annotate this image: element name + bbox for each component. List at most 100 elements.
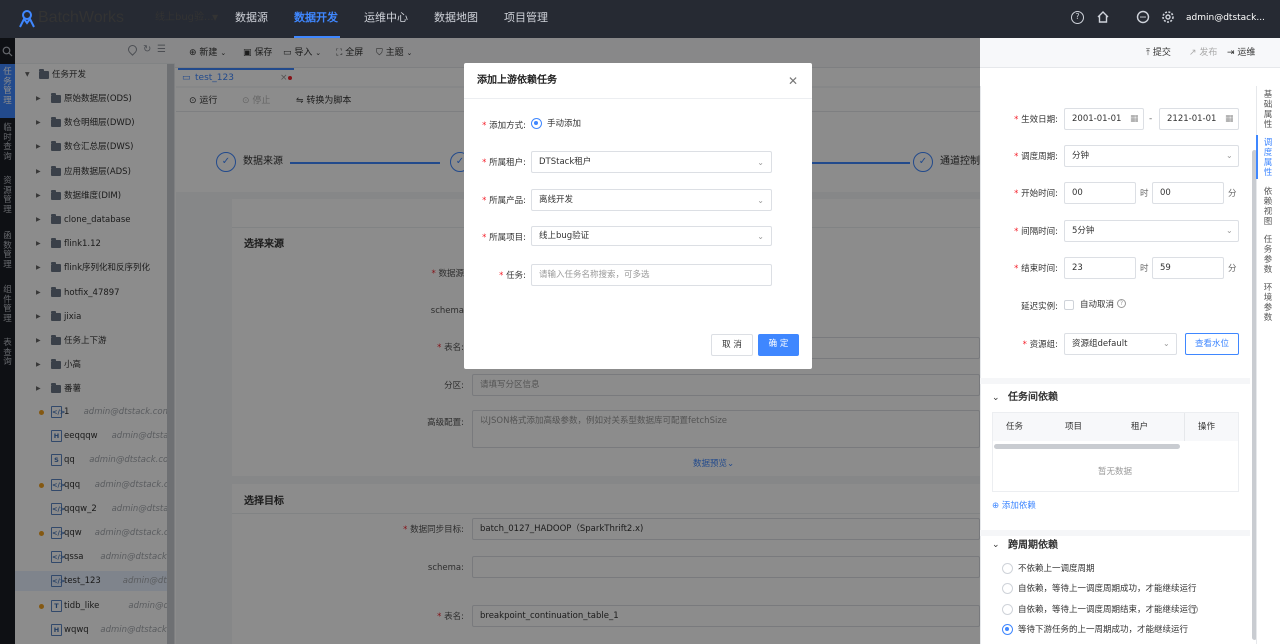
cross-period-radio[interactable]	[1002, 623, 1013, 635]
start-minute-select[interactable]: 00	[1152, 182, 1224, 204]
ok-button[interactable]: 确 定	[758, 334, 799, 356]
effective-date-text: 生效日期	[1021, 115, 1056, 125]
help-icon[interactable]: ?	[1117, 299, 1126, 308]
cross-period-option-label: 自依赖，等待上一调度周期成功，才能继续运行	[1018, 584, 1197, 595]
ops-button[interactable]: ⇥ 运维	[1227, 47, 1255, 59]
end-time-label: * 结束时间:	[1014, 264, 1058, 274]
project-label: * 所属项目:	[482, 233, 526, 243]
publish-label: 发布	[1199, 48, 1218, 58]
minute-unit: 分	[1228, 264, 1237, 274]
nav-data-map[interactable]: 数据地图	[434, 10, 478, 26]
tenant-select[interactable]: DTStack租户 ⌄	[531, 151, 772, 173]
cross-period-radio[interactable]	[1002, 563, 1013, 574]
caret-down-icon[interactable]: ▼	[212, 11, 218, 25]
resource-select[interactable]: 资源组default	[1064, 333, 1177, 355]
message-icon[interactable]	[1136, 10, 1150, 24]
task-search-input[interactable]: 请输入任务名称搜索，可多选	[531, 264, 772, 286]
nav-ops-center[interactable]: 运维中心	[364, 10, 408, 26]
col-divider	[1184, 413, 1185, 441]
nav-data-dev[interactable]: 数据开发	[294, 10, 338, 26]
period-select[interactable]: 分钟	[1064, 145, 1239, 167]
manual-add-radio[interactable]	[531, 118, 542, 129]
cross-period-radio[interactable]	[1002, 603, 1013, 615]
end-minute-select[interactable]: 59	[1152, 257, 1224, 279]
hour-unit: 时	[1140, 264, 1149, 274]
dep-title: 任务间依赖	[1008, 392, 1058, 403]
project-value: 线上bug验证	[539, 231, 590, 241]
close-icon[interactable]: ✕	[788, 74, 798, 88]
calendar-icon[interactable]: ▦	[1225, 113, 1234, 125]
schedule-panel	[980, 86, 1256, 644]
delay-label: 延迟实例:	[1021, 302, 1058, 312]
nav-project-mgmt[interactable]: 项目管理	[504, 10, 548, 26]
rtab-basic[interactable]: 基础属性	[1262, 90, 1274, 130]
interval-select[interactable]: 5分钟	[1064, 220, 1239, 242]
brand-name: BatchWorks	[38, 9, 124, 26]
add-upstream-modal	[464, 63, 812, 369]
send-icon: ↗	[1189, 48, 1197, 58]
dep-empty-text: 暂无数据	[1098, 467, 1133, 477]
rtab-task-params[interactable]: 任务参数	[1262, 235, 1274, 275]
tenant-text: 所属租户	[489, 158, 524, 168]
product-value: 离线开发	[539, 195, 574, 205]
home-icon[interactable]	[1096, 10, 1110, 24]
nav-datasource[interactable]: 数据源	[235, 10, 268, 26]
chevron-down-icon: ⌄	[757, 232, 764, 241]
task-text: 任务	[506, 271, 524, 281]
end-hour-select[interactable]: 23	[1064, 257, 1136, 279]
start-time-label: * 开始时间:	[1014, 189, 1058, 199]
effective-date-label: * 生效日期:	[1014, 115, 1058, 125]
arrow-right-icon: ⇥	[1227, 48, 1235, 58]
product-text: 所属产品	[489, 196, 524, 206]
dep-col-tenant: 租户	[1131, 422, 1149, 432]
help-icon[interactable]: ?	[1071, 11, 1084, 24]
dep-col-project: 项目	[1065, 422, 1083, 432]
project-select[interactable]: 线上bug验证 ⌄	[531, 226, 772, 246]
task-label: * 任务:	[499, 271, 526, 281]
product-select[interactable]: 离线开发 ⌄	[531, 189, 772, 211]
tenant-label: * 所属租户:	[482, 158, 526, 168]
cancel-button[interactable]: 取 消	[711, 334, 753, 356]
chevron-down-icon: ⌄	[757, 158, 764, 167]
chevron-down-icon: ⌄	[1163, 339, 1170, 348]
start-hour-select[interactable]: 00	[1064, 182, 1136, 204]
start-time-text: 开始时间	[1021, 189, 1056, 199]
auto-cancel-checkbox[interactable]	[1064, 300, 1074, 310]
submit-button[interactable]: ⤒ 提交	[1146, 47, 1171, 59]
dep-col-action: 操作	[1198, 422, 1216, 432]
project-selector[interactable]: 线上bug验...	[155, 11, 214, 25]
batchworks-logo-icon	[19, 10, 35, 28]
hour-unit: 时	[1140, 189, 1149, 199]
manual-add-label: 手动添加	[547, 119, 582, 129]
resource-label-text: 资源组	[1029, 340, 1056, 350]
resource-label: * 资源组:	[1022, 340, 1058, 350]
gear-icon[interactable]	[1161, 10, 1175, 24]
rtab-dep-view[interactable]: 依赖视图	[1262, 187, 1274, 227]
publish-button[interactable]: ↗ 发布	[1189, 47, 1217, 59]
rtab-active-bar	[1256, 135, 1258, 179]
end-time-text: 结束时间	[1021, 264, 1056, 274]
calendar-icon[interactable]: ▦	[1130, 113, 1139, 125]
product-label: * 所属产品:	[482, 196, 526, 206]
chevron-down-icon[interactable]: ⌄	[992, 392, 1000, 404]
add-mode-label: * 添加方式:	[482, 121, 526, 131]
chevron-down-icon[interactable]: ⌄	[992, 539, 1000, 551]
add-dep-link[interactable]: ⊕ 添加依赖	[992, 500, 1036, 512]
upload-icon: ⤒	[1146, 48, 1150, 58]
cross-period-option-label: 等待下游任务的上一周期成功，才能继续运行	[1018, 624, 1189, 635]
ops-label: 运维	[1237, 48, 1256, 58]
dep-col-task: 任务	[1006, 422, 1024, 432]
interval-label: * 间隔时间:	[1014, 227, 1058, 237]
minute-unit: 分	[1228, 189, 1237, 199]
period-label: * 调度周期:	[1014, 152, 1058, 162]
help-icon[interactable]: ?	[1189, 604, 1198, 614]
chevron-down-icon: ⌄	[1226, 226, 1233, 235]
period-label-text: 调度周期	[1021, 152, 1056, 162]
add-mode-text: 添加方式	[489, 121, 524, 131]
submit-label: 提交	[1152, 48, 1171, 58]
dep-table-scrollbar[interactable]	[994, 444, 1180, 449]
rtab-schedule[interactable]: 调度属性	[1262, 138, 1274, 178]
user-account[interactable]: admin@dtstack...	[1186, 12, 1265, 24]
rtab-env-params[interactable]: 环境参数	[1262, 283, 1274, 323]
view-watermark-button[interactable]: 查看水位	[1185, 333, 1239, 355]
